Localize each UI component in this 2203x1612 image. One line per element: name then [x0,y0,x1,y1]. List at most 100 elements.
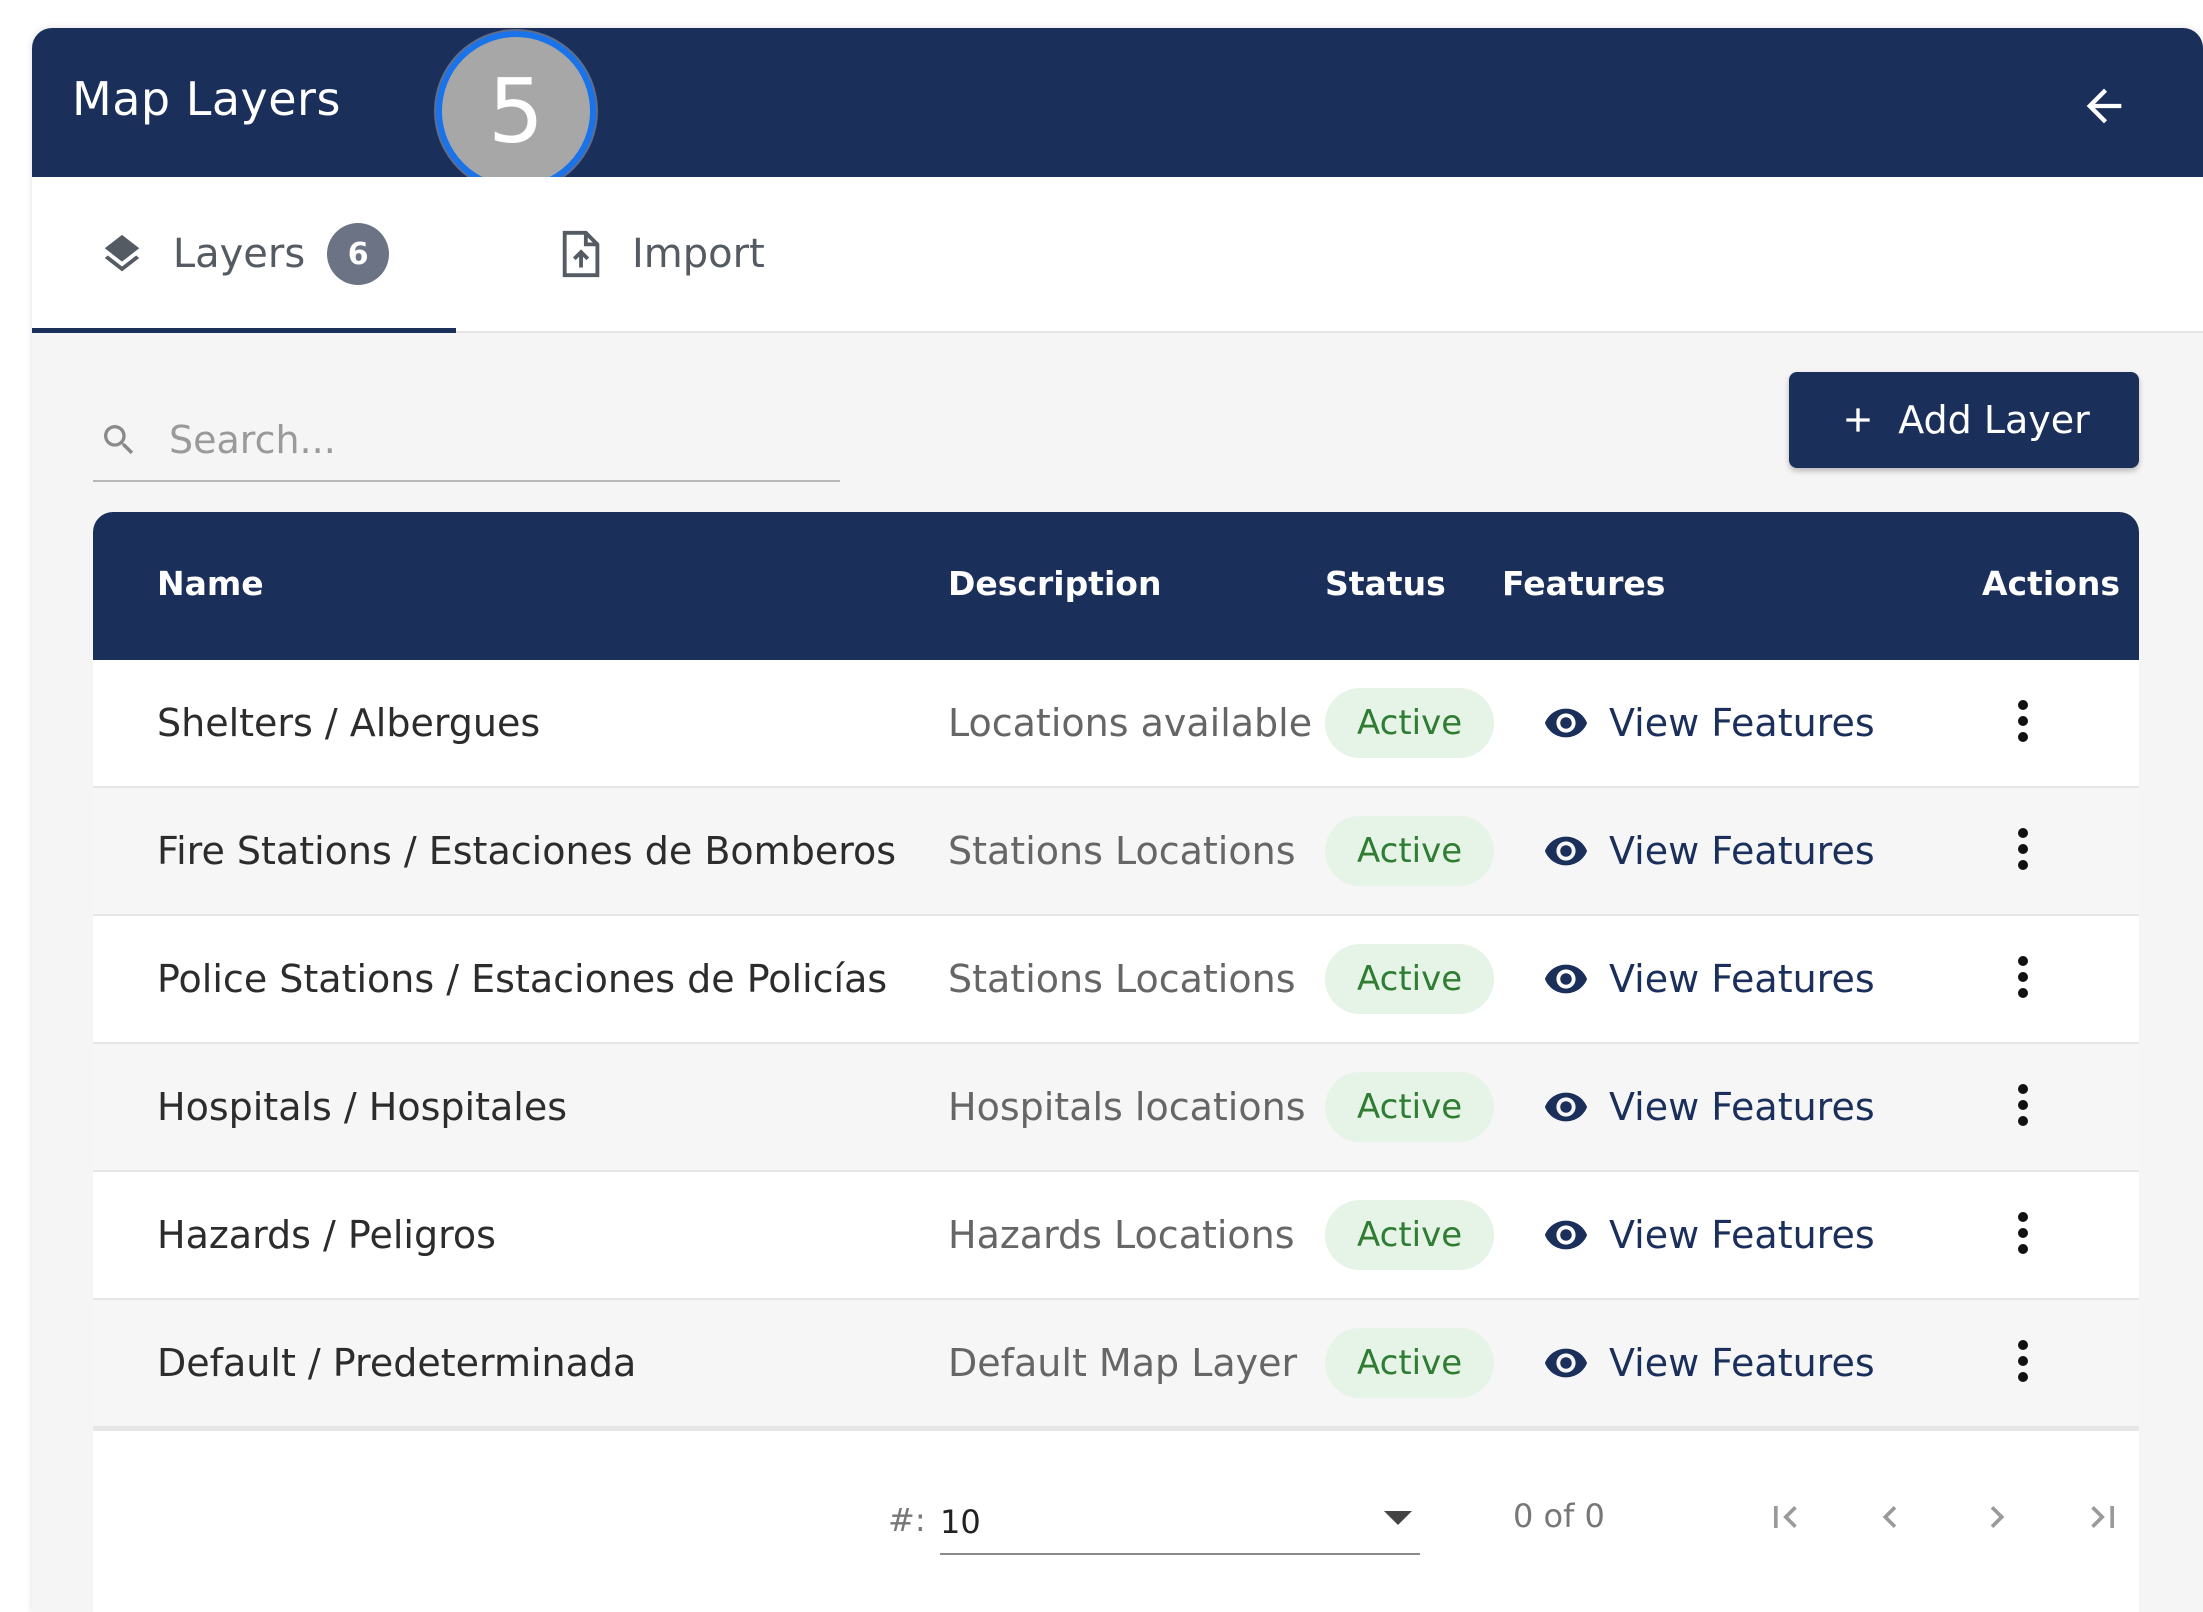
per-page-value: 10 [940,1503,981,1541]
step-number-badge: 5 [436,31,596,191]
file-upload-icon [560,229,604,279]
table-row: Police Stations / Estaciones de Policías… [93,916,2139,1044]
table-row: Default / Predeterminada Default Map Lay… [93,1300,2139,1428]
column-header-actions: Actions [1982,564,2120,603]
layer-description: Default Map Layer [948,1341,1298,1385]
view-features-link[interactable]: View Features [1543,1300,1875,1426]
view-features-link[interactable]: View Features [1543,916,1875,1042]
layer-description: Hazards Locations [948,1213,1295,1257]
arrow-left-icon [2078,80,2130,136]
status-cell: Active [1325,1044,1495,1170]
tab-import-label: Import [632,231,765,277]
layer-name: Shelters / Albergues [157,701,541,745]
table-header: Name Description Status Features Actions [93,512,2139,660]
table-row: Shelters / Albergues Locations available… [93,660,2139,788]
first-page-button[interactable] [1753,1487,1817,1551]
more-vertical-icon [2015,1337,2031,1389]
add-layer-button[interactable]: Add Layer [1789,372,2139,468]
more-vertical-icon [2015,1081,2031,1133]
layer-description: Stations Locations [948,957,1296,1001]
view-features-label: View Features [1609,829,1875,873]
row-actions-menu-button[interactable] [1993,1172,2053,1298]
table-body: Shelters / Albergues Locations available… [93,660,2139,1428]
last-page-button[interactable] [2071,1487,2135,1551]
status-cell: Active [1325,1172,1495,1298]
layer-name: Fire Stations / Estaciones de Bomberos [157,829,897,873]
row-actions-menu-button[interactable] [1993,1300,2053,1426]
add-layer-label: Add Layer [1898,398,2090,442]
page-title: Map Layers [72,72,341,126]
eye-icon [1543,1084,1589,1130]
view-features-link[interactable]: View Features [1543,788,1875,914]
tab-import[interactable]: Import [560,177,820,331]
status-cell: Active [1325,660,1495,786]
status-badge: Active [1325,688,1495,758]
previous-page-button[interactable] [1858,1487,1922,1551]
view-features-label: View Features [1609,1085,1875,1129]
more-vertical-icon [2015,825,2031,877]
search-input[interactable] [167,417,811,463]
more-vertical-icon [2015,697,2031,749]
table-row: Hazards / Peligros Hazards Locations Act… [93,1172,2139,1300]
column-header-features: Features [1502,564,1666,603]
layers-icon [99,231,145,277]
status-badge: Active [1325,816,1495,886]
status-cell: Active [1325,1300,1495,1426]
eye-icon [1543,1340,1589,1386]
chevron-left-icon [1868,1495,1912,1543]
eye-icon [1543,1212,1589,1258]
column-header-status[interactable]: Status [1325,564,1446,603]
row-actions-menu-button[interactable] [1993,660,2053,786]
status-badge: Active [1325,1328,1495,1398]
layer-description: Locations available [948,701,1313,745]
view-features-label: View Features [1609,1341,1875,1385]
layer-name: Hazards / Peligros [157,1213,496,1257]
status-cell: Active [1325,788,1495,914]
eye-icon [1543,700,1589,746]
tab-layers[interactable]: Layers 6 [32,177,456,333]
more-vertical-icon [2015,1209,2031,1261]
plus-icon [1838,400,1878,440]
layers-table: Name Description Status Features Actions… [93,512,2139,1612]
first-page-icon [1763,1495,1807,1543]
view-features-link[interactable]: View Features [1543,1044,1875,1170]
map-layers-panel: Map Layers 5 Layers 6 Import Search... A… [32,28,2203,1612]
layers-count-badge: 6 [327,223,390,285]
tab-bar: Layers 6 Import [32,177,2203,333]
status-cell: Active [1325,916,1495,1042]
status-badge: Active [1325,944,1495,1014]
layer-name: Police Stations / Estaciones de Policías [157,957,888,1001]
last-page-icon [2081,1495,2125,1543]
next-page-button[interactable] [1965,1487,2029,1551]
layer-name: Default / Predeterminada [157,1341,637,1385]
table-row: Hospitals / Hospitales Hospitals locatio… [93,1044,2139,1172]
table-pagination: #: 10 0 of 0 [93,1428,2139,1612]
eye-icon [1543,828,1589,874]
column-header-name[interactable]: Name [157,564,264,603]
view-features-link[interactable]: View Features [1543,1172,1875,1298]
row-actions-menu-button[interactable] [1993,788,2053,914]
chevron-right-icon [1975,1495,2019,1543]
status-badge: Active [1325,1200,1495,1270]
layer-description: Hospitals locations [948,1085,1306,1129]
per-page-label: #: [888,1501,926,1539]
caret-down-icon [1384,1511,1412,1531]
table-row: Fire Stations / Estaciones de Bomberos S… [93,788,2139,916]
row-actions-menu-button[interactable] [1993,1044,2053,1170]
tab-layers-label: Layers [172,231,306,277]
column-header-description[interactable]: Description [948,564,1161,603]
eye-icon [1543,956,1589,1002]
layer-description: Stations Locations [948,829,1296,873]
page-range-label: 0 of 0 [1513,1497,1605,1535]
view-features-label: View Features [1609,1213,1875,1257]
row-actions-menu-button[interactable] [1993,916,2053,1042]
per-page-select[interactable]: 10 [940,1491,1420,1555]
status-badge: Active [1325,1072,1495,1142]
layer-name: Hospitals / Hospitales [157,1085,568,1129]
view-features-label: View Features [1609,957,1875,1001]
search-field [93,400,840,482]
view-features-link[interactable]: View Features [1543,660,1875,786]
search-icon [99,420,139,460]
more-vertical-icon [2015,953,2031,1005]
back-button[interactable] [2072,76,2136,140]
